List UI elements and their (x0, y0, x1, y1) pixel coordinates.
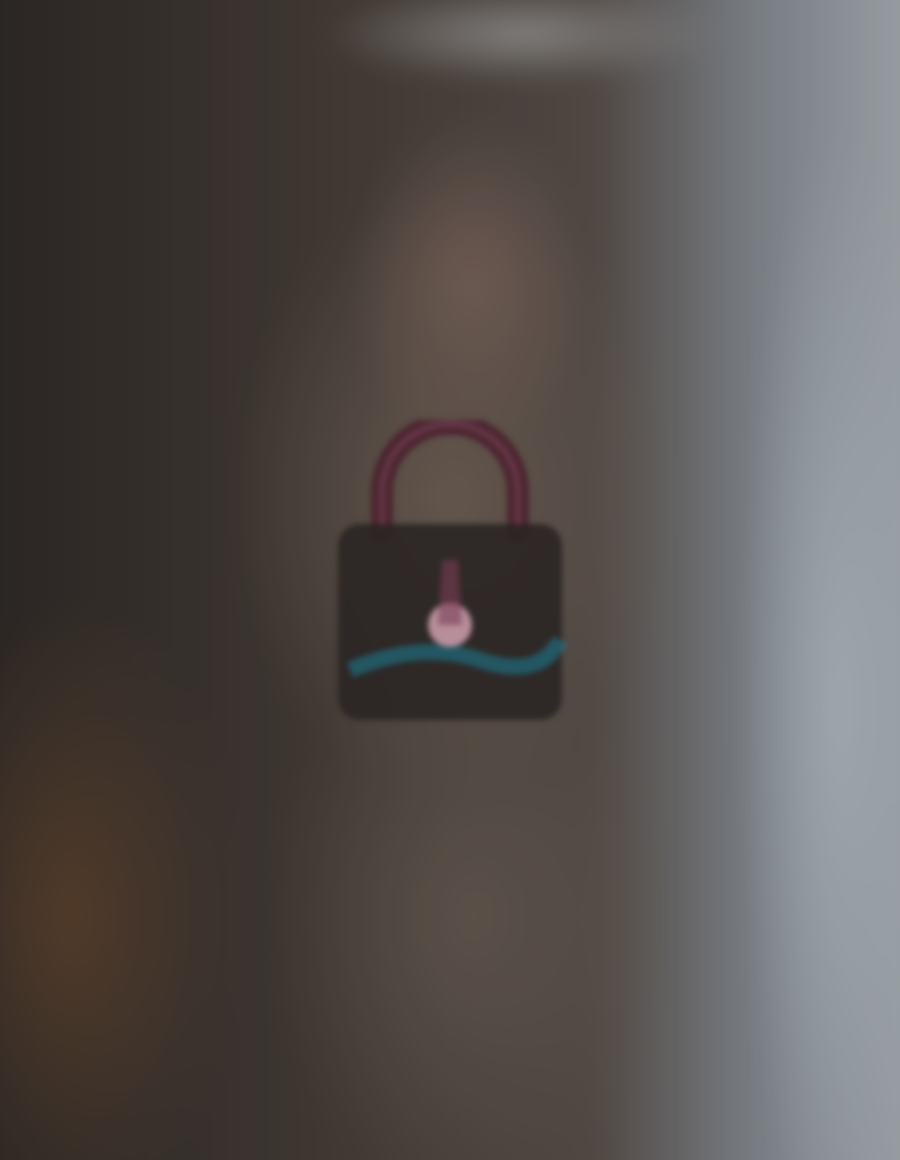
lock-icon[interactable] (330, 420, 570, 730)
lock-icon-graphic (338, 420, 568, 720)
locked-screen (0, 0, 900, 1160)
